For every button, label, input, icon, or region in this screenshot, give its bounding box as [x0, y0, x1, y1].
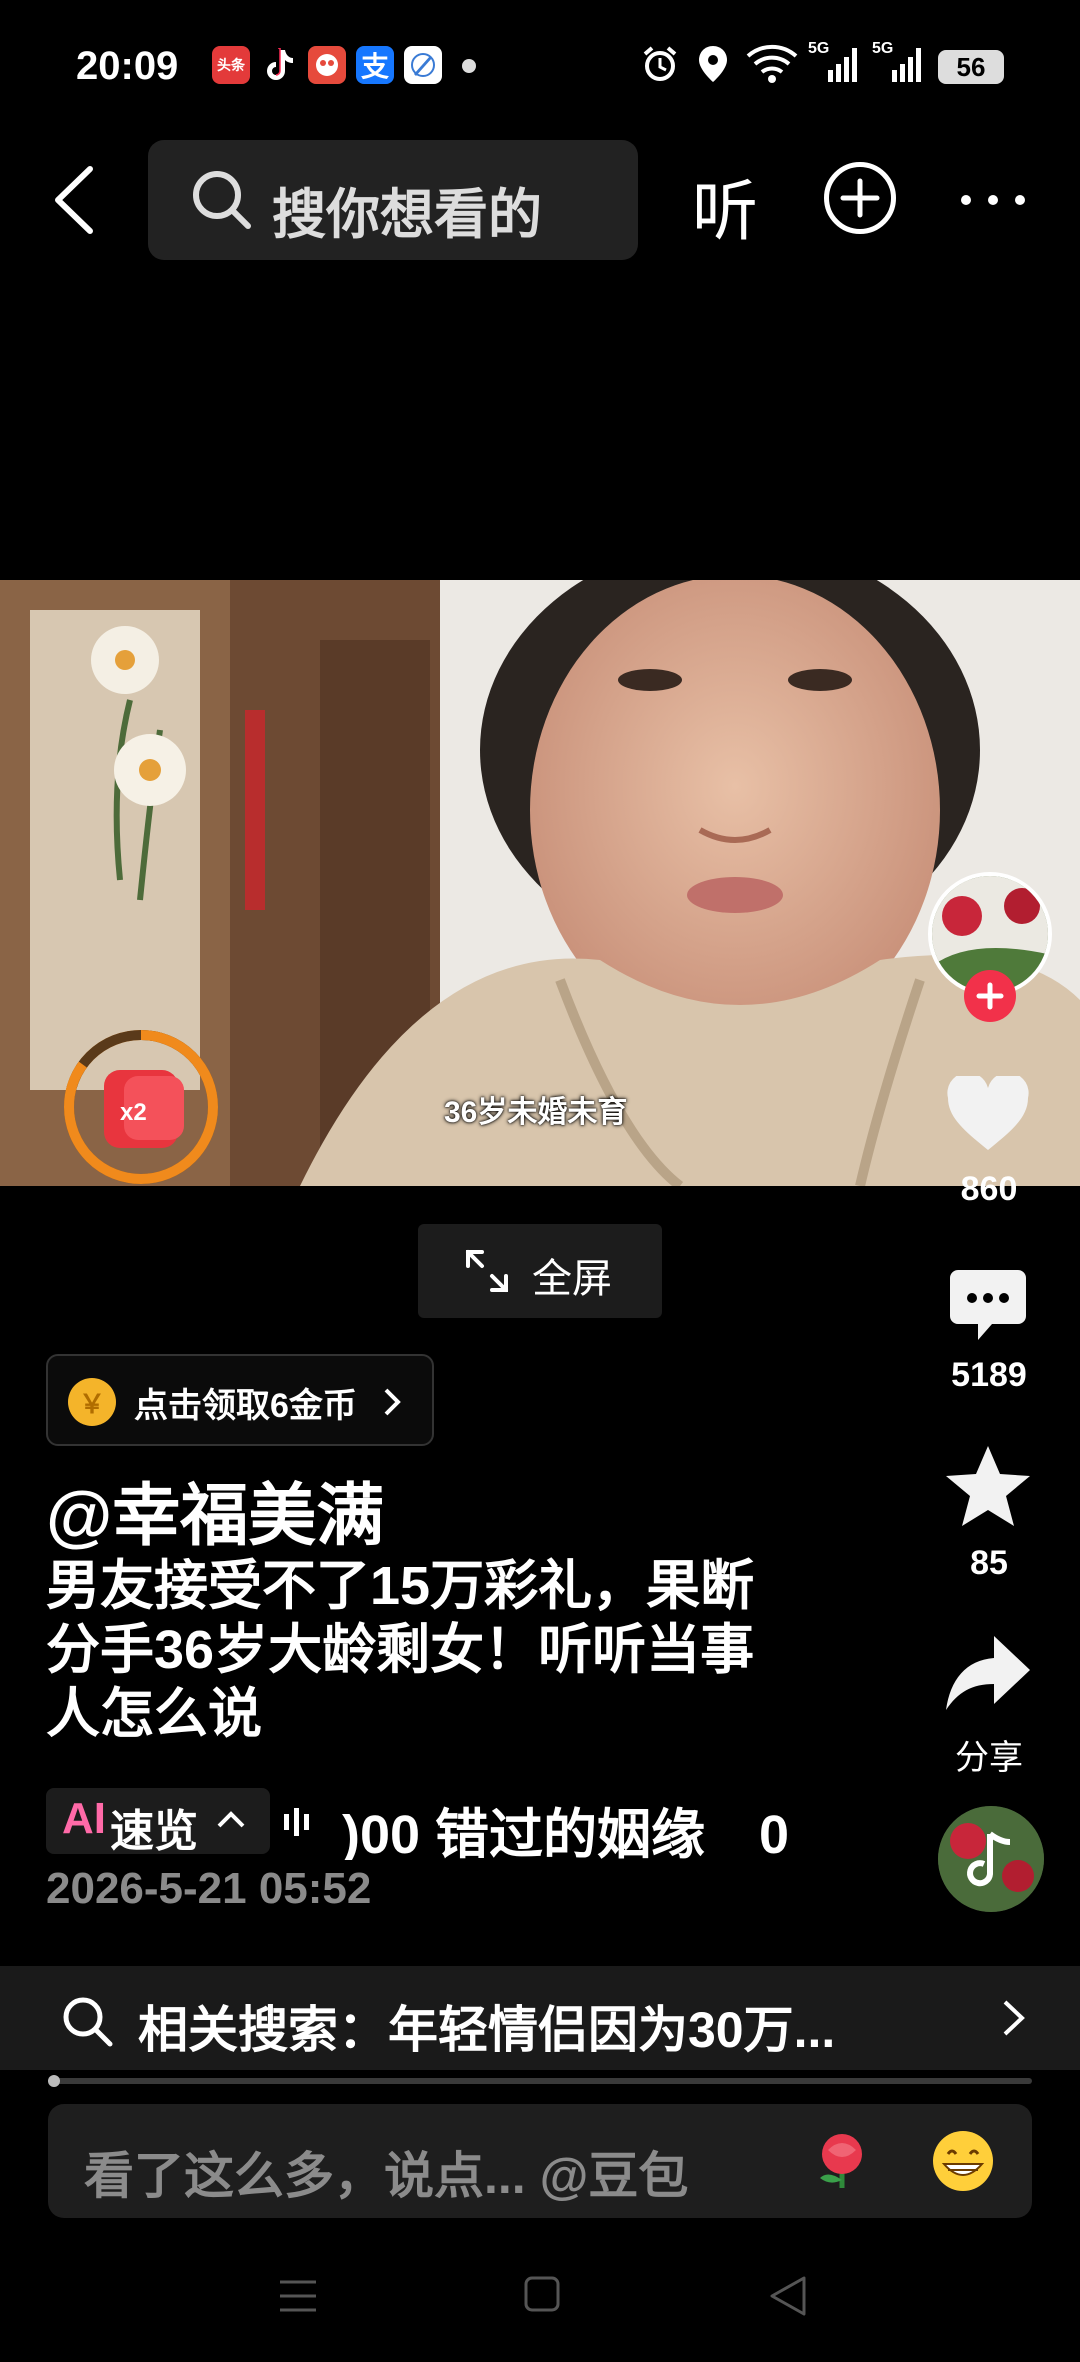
more-dots-icon [961, 195, 1025, 205]
red-packet-button[interactable]: x2 [64, 1030, 218, 1184]
status-bar: 20:09 头条 支 5G 5G 56 [0, 0, 1080, 130]
description-line: 男友接受不了15万彩礼，果断 [46, 1556, 755, 1616]
search-placeholder: 搜你想看的 [272, 185, 542, 245]
coin-icon: ￥ [68, 1378, 116, 1426]
comment-icon [950, 1270, 1026, 1340]
share-arrow-icon [946, 1636, 1030, 1710]
signal-icon-1: 5G [808, 40, 860, 84]
status-time: 20:09 [76, 44, 179, 88]
audio-wave-icon [284, 1808, 309, 1836]
share-label: 分享 [955, 1739, 1023, 1777]
plus-icon [976, 982, 1004, 1010]
description-line: 分手36岁大龄剩女！听听当事 [46, 1620, 755, 1680]
video-description: 男友接受不了15万彩礼，果断 分手36岁大龄剩女！听听当事 人怎么说 [46, 1554, 876, 1746]
square-home-icon [524, 2276, 560, 2312]
heart-icon [947, 1072, 1029, 1150]
home-nav-button[interactable] [522, 2268, 562, 2324]
chapter-ticker-text: )00 错过的姻缘 0 [342, 1805, 790, 1860]
ai-badge: AI [62, 1794, 106, 1843]
location-icon [696, 44, 730, 84]
alipay-app-icon: 支 [356, 46, 394, 84]
chevron-right-icon [1003, 2000, 1025, 2036]
ai-summary-label: 速览 [110, 1807, 198, 1856]
author-name[interactable]: @幸福美满 [46, 1460, 384, 1559]
progress-handle[interactable] [48, 2075, 60, 2087]
wifi-icon [746, 44, 798, 84]
expand-icon [466, 1250, 508, 1292]
chevron-right-icon [384, 1388, 401, 1416]
post-date: 2026-5-21 05:52 [46, 1864, 372, 1913]
plus-icon [840, 178, 880, 218]
battery-indicator: 56 [938, 50, 1004, 84]
follow-button[interactable] [964, 970, 1016, 1022]
back-nav-button[interactable] [766, 2268, 810, 2324]
star-icon [946, 1446, 1030, 1526]
like-button[interactable] [946, 1072, 1030, 1157]
multiplier-label: x2 [120, 1099, 147, 1126]
tiktok-app-icon [260, 46, 298, 84]
favorite-button[interactable] [944, 1444, 1032, 1533]
chapter-ticker[interactable]: )00 错过的姻缘 0 [282, 1790, 832, 1860]
favorite-count: 85 [970, 1544, 1008, 1582]
share-button[interactable] [944, 1634, 1032, 1717]
alarm-icon [640, 44, 680, 84]
video-subtitle: 36岁未婚未育 [444, 1096, 628, 1129]
search-icon [193, 171, 251, 229]
game-app-icon [308, 46, 346, 84]
fullscreen-label: 全屏 [532, 1257, 612, 1301]
red-envelope-icon: x2 [104, 1070, 184, 1148]
menu-lines-icon [280, 2280, 316, 2312]
chevron-up-icon [217, 1811, 245, 1828]
music-disc-icon [938, 1806, 1044, 1912]
browser-app-icon [404, 46, 442, 84]
search-icon [63, 1997, 113, 2047]
add-button[interactable] [824, 162, 896, 234]
coin-reward-label: 点击领取6金币 [134, 1387, 357, 1425]
back-button[interactable] [50, 165, 100, 235]
comment-placeholder: 看了这么多，说点... @豆包 [84, 2148, 689, 2204]
menu-nav-button[interactable] [276, 2268, 320, 2324]
video-progress-bar[interactable] [48, 2075, 1032, 2087]
toutiao-app-icon: 头条 [212, 46, 250, 84]
notification-dot [462, 59, 476, 73]
triangle-back-icon [770, 2276, 806, 2316]
listen-button[interactable]: 听 [692, 158, 758, 254]
music-disc-button[interactable] [938, 1806, 1044, 1912]
rose-emoji-icon[interactable] [810, 2130, 874, 2192]
signal-icon-2: 5G [872, 40, 924, 84]
like-count: 860 [960, 1170, 1018, 1208]
comment-count: 5189 [951, 1356, 1027, 1394]
description-line: 人怎么说 [46, 1684, 262, 1744]
comment-button[interactable] [948, 1268, 1028, 1349]
more-button[interactable] [958, 190, 1028, 210]
related-search-label: 相关搜索：年轻情侣因为30万... [138, 2002, 836, 2058]
grin-emoji-icon[interactable] [930, 2128, 996, 2194]
chevron-left-icon [55, 166, 93, 234]
